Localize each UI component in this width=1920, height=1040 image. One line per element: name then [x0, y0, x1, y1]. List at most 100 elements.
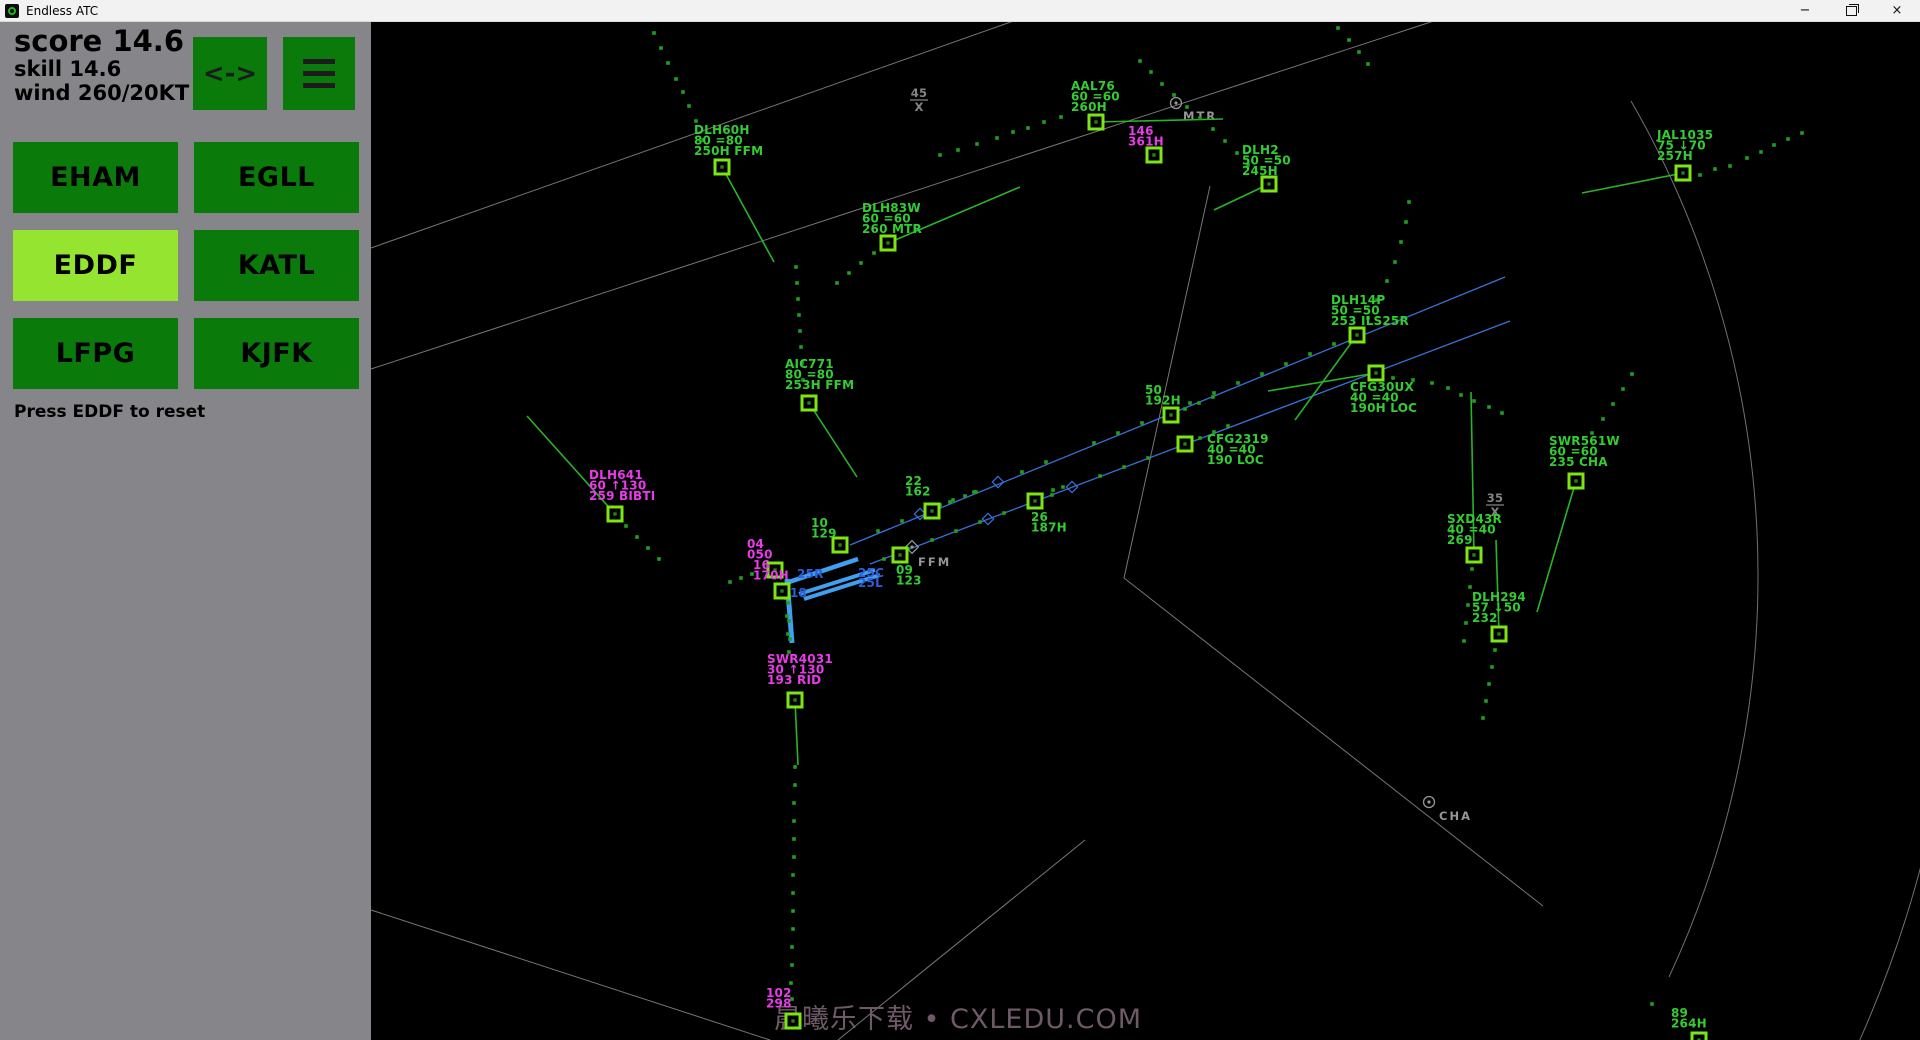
- trail-dot-102: [791, 873, 795, 877]
- heading-vector-SWR561W: [1537, 481, 1576, 612]
- trail-dot: [1020, 470, 1024, 474]
- menu-button[interactable]: [283, 37, 355, 110]
- aircraft-label-102[interactable]: 298: [766, 997, 792, 1011]
- aircraft-label-AAL76[interactable]: 260H: [1071, 100, 1107, 114]
- aircraft-dot-26: [1033, 499, 1036, 502]
- trail-dot-AAL76: [956, 148, 960, 152]
- airport-button-kjfk[interactable]: KJFK: [194, 318, 359, 389]
- trail-dot-DLH294: [1493, 648, 1497, 652]
- trail-dot: [1357, 50, 1361, 54]
- trail-dot-26: [1051, 488, 1055, 492]
- trail-dot: [1122, 465, 1126, 469]
- aircraft-label-JAL1035[interactable]: 257H: [1657, 149, 1693, 163]
- aircraft-label-DLH2[interactable]: 245H: [1242, 164, 1278, 178]
- map-line: [371, 22, 1446, 369]
- aircraft-label-AIC771[interactable]: 253H FFM: [785, 378, 854, 392]
- range-mark-bottom: X: [914, 100, 923, 114]
- aircraft-label-DLH641[interactable]: 259 BIBTI: [589, 489, 655, 503]
- aircraft-label-DLH60H[interactable]: 250H FFM: [694, 144, 763, 158]
- aircraft-label-50[interactable]: 192H: [1145, 394, 1181, 408]
- trail-dot-DLH294: [1484, 699, 1488, 703]
- aircraft-label-SWR561W[interactable]: 235 CHA: [1549, 455, 1608, 469]
- trail-dot: [786, 601, 790, 605]
- trail-dot-SWR561W: [1621, 387, 1625, 391]
- aircraft-label-89[interactable]: 264H: [1671, 1017, 1707, 1031]
- trail-dot-JAL1035: [1745, 156, 1749, 160]
- waypoint-dot: [1427, 800, 1430, 803]
- trail-dot-AAL76: [995, 136, 999, 140]
- aircraft-label-26[interactable]: 187H: [1031, 521, 1067, 535]
- trail-dot-102: [793, 783, 797, 787]
- aircraft-dot-22: [930, 509, 933, 512]
- trail-dot-AAL76: [1042, 120, 1046, 124]
- aircraft-label-16[interactable]: 170H: [753, 569, 789, 583]
- airport-button-eham[interactable]: EHAM: [13, 142, 178, 213]
- trail-dot-DLH641: [657, 557, 661, 561]
- airport-button-egll[interactable]: EGLL: [194, 142, 359, 213]
- trail-dot-DLH641: [646, 546, 650, 550]
- airport-button-katl[interactable]: KATL: [194, 230, 359, 301]
- aircraft-dot-10: [838, 543, 841, 546]
- airport-button-lfpg[interactable]: LFPG: [13, 318, 178, 389]
- trail-dot-DLH641: [635, 535, 639, 539]
- hamburger-icon: [303, 59, 335, 64]
- close-button[interactable]: ×: [1874, 0, 1920, 22]
- reset-hint: Press EDDF to reset: [14, 402, 205, 422]
- aircraft-dot-DLH641: [613, 512, 616, 515]
- trail-dot: [1336, 26, 1340, 30]
- trail-dot-DLH60H: [687, 104, 691, 108]
- aircraft-label-CFG30UX[interactable]: 190H LOC: [1350, 401, 1417, 415]
- trail-dot-SWR4031: [785, 614, 789, 618]
- aircraft-label-SXD43R[interactable]: 269: [1447, 533, 1473, 547]
- aircraft-label-22[interactable]: 162: [905, 485, 931, 499]
- restore-icon: [1846, 6, 1857, 16]
- aircraft-label-DLH83W[interactable]: 260 MTR: [862, 222, 922, 236]
- runway-label: 25R: [797, 567, 824, 581]
- airport-button-eddf[interactable]: EDDF: [13, 230, 178, 301]
- aircraft-dot-AIC771: [807, 401, 810, 404]
- map-line: [1124, 186, 1210, 578]
- restore-button[interactable]: [1828, 0, 1874, 22]
- trail-dot-AIC771: [794, 265, 798, 269]
- range-mark-top: 35: [1487, 491, 1503, 505]
- trail-dot-AIC771: [797, 313, 801, 317]
- aircraft-label-146[interactable]: 361H: [1128, 135, 1164, 149]
- aircraft-dot-CFG2319: [1183, 442, 1186, 445]
- aircraft-dot-DLH14P: [1355, 333, 1358, 336]
- trail-dot-26: [1061, 485, 1065, 489]
- aircraft-label-DLH14P[interactable]: 253 ILS25R: [1331, 314, 1409, 328]
- trail-dot-SXD43R: [1468, 585, 1472, 589]
- trail-dot-102: [792, 837, 796, 841]
- trail-dot-DLH2: [1138, 59, 1142, 63]
- trail-dot: [882, 557, 886, 561]
- aircraft-label-10[interactable]: 129: [811, 527, 837, 541]
- trail-dot-102: [790, 963, 794, 967]
- trail-dot: [1116, 431, 1120, 435]
- window-title: Endless ATC: [26, 4, 98, 18]
- trail-dot-DLH2: [1223, 139, 1227, 143]
- aircraft-label-SWR4031[interactable]: 193 RID: [767, 673, 821, 687]
- trail-dot-DLH2: [1235, 151, 1239, 155]
- trail-dot-DLH641: [624, 524, 628, 528]
- trail-dot: [1332, 342, 1336, 346]
- aircraft-label-CFG2319[interactable]: 190 LOC: [1207, 453, 1264, 467]
- trail-dot-22: [963, 494, 967, 498]
- trail-dot: [1050, 493, 1054, 497]
- trail-dot-SXD43R: [1464, 621, 1468, 625]
- trail-dot: [930, 538, 934, 542]
- runway-label: 25L: [858, 576, 883, 590]
- minimize-button[interactable]: −: [1782, 0, 1828, 22]
- trail-dot-102: [790, 945, 794, 949]
- range-mark-top: 45: [911, 86, 927, 100]
- trail-dot-DLH2: [1185, 105, 1189, 109]
- aircraft-label-09[interactable]: 123: [896, 574, 922, 588]
- trail-dot-AIC771: [799, 345, 803, 349]
- trail-dot-102: [793, 765, 797, 769]
- trail-dot: [954, 529, 958, 533]
- aircraft-label-DLH294[interactable]: 232: [1472, 611, 1498, 625]
- trail-dot-AAL76: [938, 153, 942, 157]
- trail-dot-102: [791, 927, 795, 931]
- swap-view-button[interactable]: <->: [193, 37, 267, 110]
- trail-dot: [1188, 401, 1192, 405]
- trail-dot-DLH83W: [859, 261, 863, 265]
